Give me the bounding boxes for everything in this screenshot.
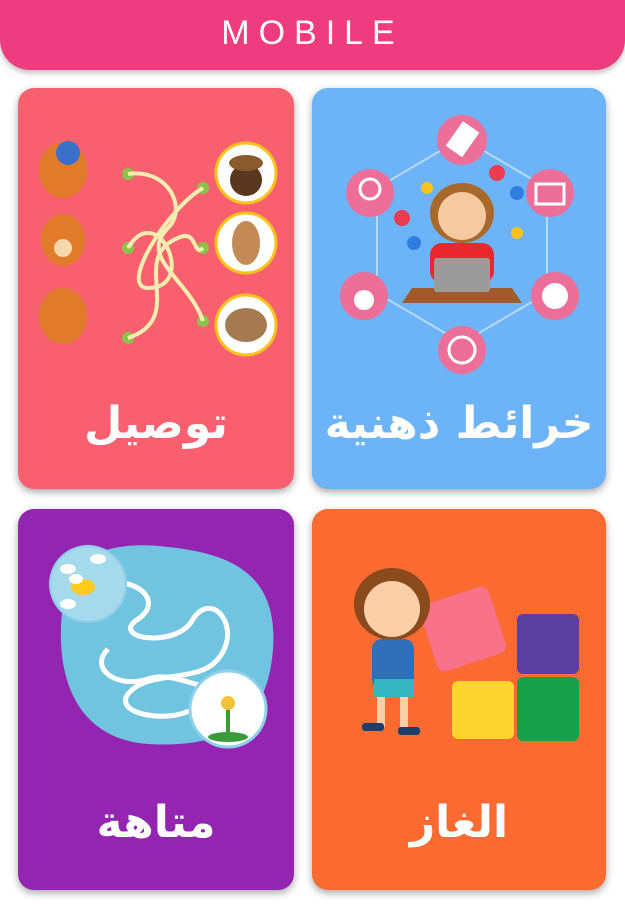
card-label-connect: توصيل [84,398,228,449]
app-header: MOBILE [0,0,625,70]
app-title: MOBILE [221,13,404,52]
card-label-puzzles: الغاز [409,797,509,848]
squirrels-nuts-matching-icon [39,141,278,357]
card-maze[interactable]: متاهة [18,509,294,890]
card-puzzles[interactable]: الغاز [312,509,606,890]
card-label-mind-maps: خرائط ذهنية [324,398,594,449]
card-label-maze: متاهة [96,797,216,848]
card-mind-maps[interactable]: خرائط ذهنية [312,88,606,489]
card-connect[interactable]: توصيل [18,88,294,489]
bee-flower-maze-icon [49,545,274,749]
girl-jigsaw-puzzle-icon [354,568,579,741]
girl-laptop-mindmap-icon [340,115,579,374]
